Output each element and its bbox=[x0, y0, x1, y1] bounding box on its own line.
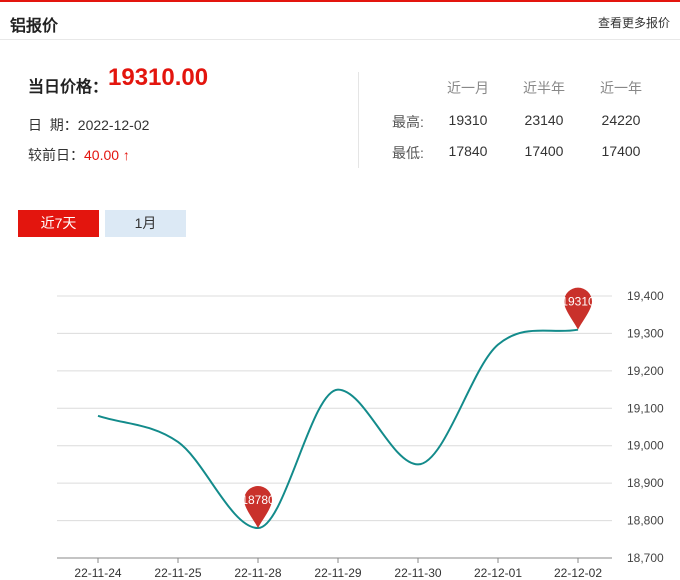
price-label: 当日价格： bbox=[28, 79, 109, 96]
price-line-chart: 18780 19310 18,700 18,800 18,900 19,000 19,10… bbox=[57, 287, 664, 580]
y-tick-label: 19,100 bbox=[627, 401, 664, 415]
date-row: 日 期：2022-12-02 bbox=[28, 115, 149, 135]
y-tick-label: 19,300 bbox=[627, 326, 664, 340]
stats-low-year: 17400 bbox=[601, 143, 641, 159]
divider bbox=[358, 72, 359, 168]
x-tick-label: 22-12-01 bbox=[474, 566, 522, 580]
stats-low-month: 17840 bbox=[448, 143, 488, 159]
x-tick-label: 22-11-28 bbox=[234, 566, 281, 580]
change-value: 40.00 ↑ bbox=[84, 147, 130, 163]
y-tick-label: 18,700 bbox=[627, 551, 664, 565]
date-label: 日 期： bbox=[28, 117, 78, 133]
y-tick-label: 18,800 bbox=[627, 514, 664, 528]
x-tick-label: 22-12-02 bbox=[554, 566, 602, 580]
y-tick-label: 19,200 bbox=[627, 364, 664, 378]
x-tick-label: 22-11-30 bbox=[394, 566, 441, 580]
stats-header-year: 近一年 bbox=[600, 80, 642, 96]
x-tick-label: 22-11-24 bbox=[74, 566, 121, 580]
marker-label: 18780 bbox=[241, 493, 275, 507]
stats-low-halfyear: 17400 bbox=[524, 143, 564, 159]
stats-header-halfyear: 近半年 bbox=[523, 80, 565, 96]
change-row: 较前日：40.00 ↑ bbox=[28, 145, 130, 165]
grid-layer bbox=[57, 295, 612, 559]
stats-high-month: 19310 bbox=[448, 112, 488, 128]
change-label: 较前日： bbox=[28, 147, 84, 163]
line-layer bbox=[97, 328, 579, 530]
price-value: 19310.00 bbox=[108, 64, 209, 91]
marker-label: 19310 bbox=[561, 295, 595, 309]
header: 铝报价 查看更多报价 bbox=[0, 2, 680, 40]
more-prices-link[interactable]: 查看更多报价 bbox=[598, 14, 670, 31]
x-tick-label: 22-11-29 bbox=[314, 566, 361, 580]
date-value: 2022-12-02 bbox=[77, 117, 150, 133]
x-tick-label: 22-11-25 bbox=[154, 566, 201, 580]
tab-1-month[interactable]: 1月 bbox=[105, 210, 186, 237]
tab-7-days[interactable]: 近7天 bbox=[18, 210, 99, 237]
y-tick-label: 18,900 bbox=[627, 476, 664, 490]
y-tick-label: 19,400 bbox=[627, 289, 664, 303]
page-title: 铝报价 bbox=[10, 18, 59, 35]
stats-header-month: 近一月 bbox=[447, 80, 489, 96]
stats-high-year: 24220 bbox=[601, 112, 641, 128]
y-tick-label: 19,000 bbox=[627, 439, 664, 453]
axis-layer: 18,700 18,800 18,900 19,000 19,100 19,200 19,3… bbox=[74, 289, 664, 580]
stats-high-halfyear: 23140 bbox=[524, 112, 564, 128]
price-series-line bbox=[97, 328, 579, 530]
